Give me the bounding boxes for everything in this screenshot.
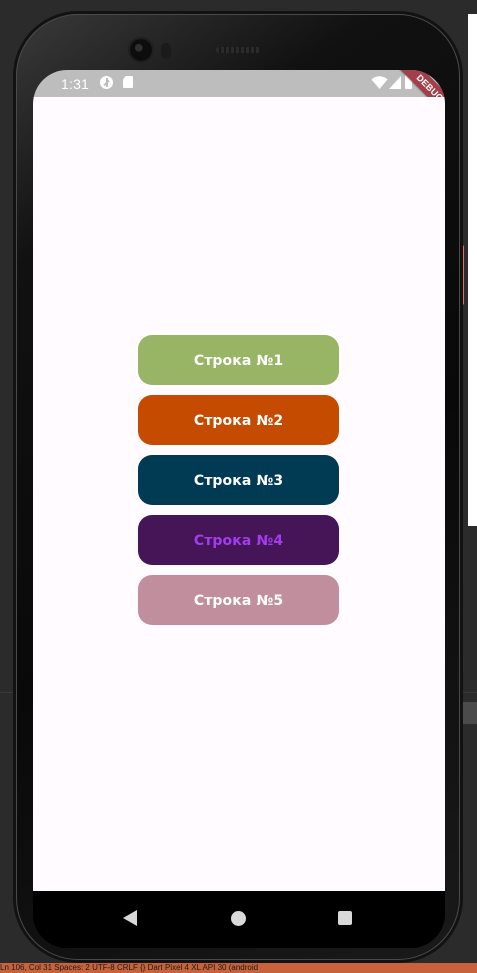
earpiece-speaker-icon xyxy=(216,47,261,53)
android-navigation-bar xyxy=(33,891,445,948)
ide-scrollbar-accent[interactable] xyxy=(460,245,464,305)
recents-icon[interactable] xyxy=(338,911,352,925)
app-content: Строка №1 Строка №2 Строка №3 Строка №4 … xyxy=(33,97,445,891)
sd-card-icon xyxy=(123,76,133,88)
row-button-2[interactable]: Строка №2 xyxy=(138,395,339,445)
row-button-3[interactable]: Строка №3 xyxy=(138,455,339,505)
wifi-icon xyxy=(371,76,388,89)
front-camera-icon xyxy=(130,39,152,61)
ide-right-panel xyxy=(468,14,477,526)
status-bar: 1:31 DEBUG xyxy=(33,70,445,123)
status-time: 1:31 xyxy=(61,76,90,92)
home-icon[interactable] xyxy=(231,911,246,926)
signal-icon xyxy=(389,76,401,89)
ide-scroll-thumb[interactable] xyxy=(460,702,477,724)
proximity-sensor-icon xyxy=(161,43,171,59)
row-button-1[interactable]: Строка №1 xyxy=(138,335,339,385)
data-saver-icon xyxy=(100,76,113,89)
phone-frame: 1:31 DEBUG Строка №1 Строка №2 Строка №3… xyxy=(16,14,460,960)
phone-screen: 1:31 DEBUG Строка №1 Строка №2 Строка №3… xyxy=(33,70,445,948)
row-button-list: Строка №1 Строка №2 Строка №3 Строка №4 … xyxy=(138,335,339,625)
row-button-5[interactable]: Строка №5 xyxy=(138,575,339,625)
row-button-4[interactable]: Строка №4 xyxy=(138,515,339,565)
ide-status-bar: Ln 106, Col 31 Spaces: 2 UTF-8 CRLF {} D… xyxy=(0,963,477,973)
back-icon[interactable] xyxy=(123,910,137,926)
